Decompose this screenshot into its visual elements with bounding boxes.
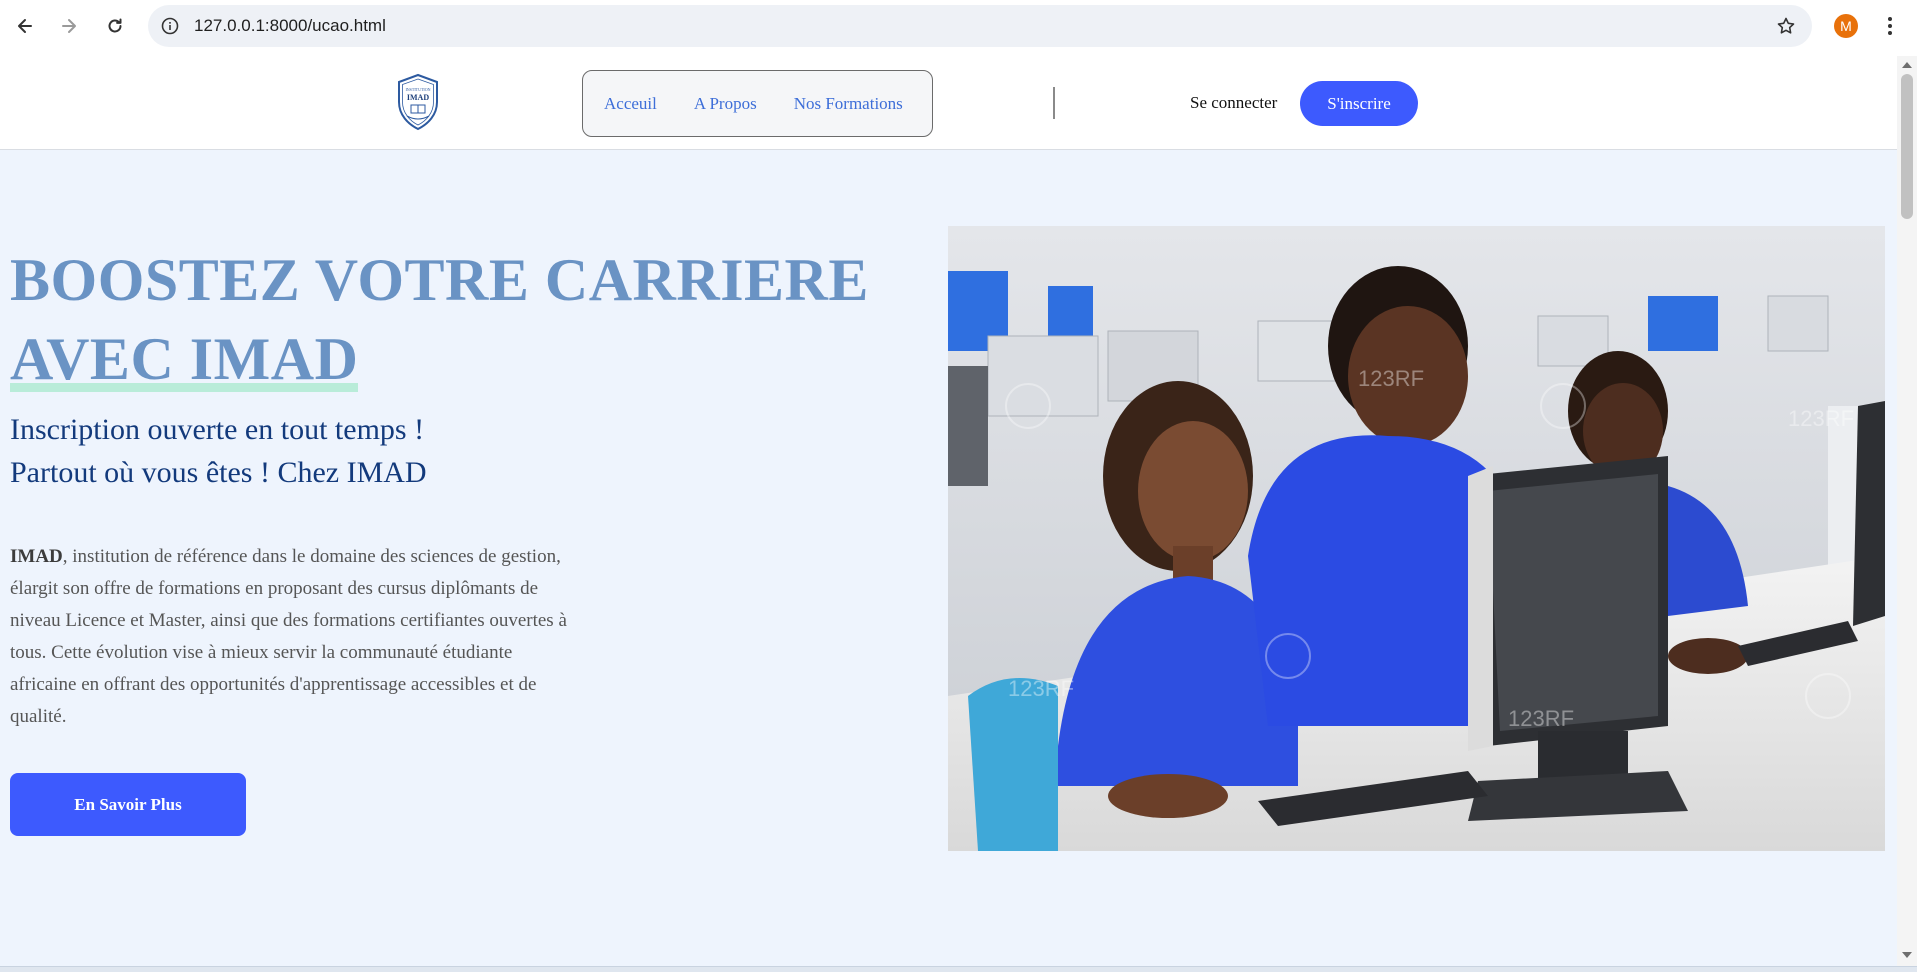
nav-link-a-propos[interactable]: A Propos xyxy=(694,94,757,114)
hero-title-line1: BOOSTEZ VOTRE CARRIERE xyxy=(10,247,869,313)
arrow-right-icon xyxy=(62,19,76,33)
bookmark-star-icon[interactable] xyxy=(1774,14,1798,38)
scroll-down-arrow-icon[interactable] xyxy=(1902,952,1912,958)
window-bottom-edge xyxy=(0,966,1917,972)
url-text[interactable]: 127.0.0.1:8000/ucao.html xyxy=(194,16,386,36)
address-bar[interactable]: 127.0.0.1:8000/ucao.html xyxy=(148,5,1812,47)
arrow-left-icon xyxy=(18,19,32,33)
hero-subtitle: Inscription ouverte en tout temps ! Part… xyxy=(10,408,427,494)
svg-text:123RF: 123RF xyxy=(1358,366,1424,391)
svg-text:123RF: 123RF xyxy=(1008,676,1074,701)
signup-button[interactable]: S'inscrire xyxy=(1300,81,1418,126)
svg-text:123RF: 123RF xyxy=(1508,706,1574,731)
hero-description-text: , institution de référence dans le domai… xyxy=(10,546,567,727)
site-header: INSTITUTION IMAD Acceuil A Propos Nos Fo… xyxy=(0,56,1897,150)
back-button[interactable] xyxy=(9,10,41,42)
profile-avatar[interactable]: M xyxy=(1834,14,1858,38)
reload-button[interactable] xyxy=(99,10,131,42)
nav-divider xyxy=(1053,87,1055,119)
forward-button[interactable] xyxy=(53,10,85,42)
page-scrollbar[interactable] xyxy=(1897,56,1917,966)
scroll-up-arrow-icon[interactable] xyxy=(1902,62,1912,68)
svg-text:IMAD: IMAD xyxy=(407,93,429,102)
nav-link-acceuil[interactable]: Acceuil xyxy=(604,94,657,114)
hero-title: BOOSTEZ VOTRE CARRIERE AVEC IMAD xyxy=(10,241,890,399)
page-viewport: INSTITUTION IMAD Acceuil A Propos Nos Fo… xyxy=(0,56,1897,966)
hero-subtitle-line1: Inscription ouverte en tout temps ! xyxy=(10,413,425,446)
browser-toolbar: 127.0.0.1:8000/ucao.html M xyxy=(0,0,1917,56)
hero-description-brand: IMAD xyxy=(10,546,63,567)
imad-logo[interactable]: INSTITUTION IMAD xyxy=(394,72,442,132)
login-link[interactable]: Se connecter xyxy=(1190,93,1277,113)
nav-link-nos-formations[interactable]: Nos Formations xyxy=(794,94,903,114)
hero-subtitle-line2: Partout où vous êtes ! Chez IMAD xyxy=(10,456,427,489)
main-nav: Acceuil A Propos Nos Formations xyxy=(582,70,933,137)
scrollbar-thumb[interactable] xyxy=(1901,74,1913,219)
hero-photo-students-computers: 123RF 123RF 123RF 123RF xyxy=(948,226,1885,851)
reload-icon xyxy=(108,18,122,33)
site-info-icon[interactable] xyxy=(158,14,182,38)
svg-text:123RF: 123RF xyxy=(1788,406,1854,431)
hero-title-line2: AVEC IMAD xyxy=(10,326,359,392)
hero-description: IMAD, institution de référence dans le d… xyxy=(10,541,575,733)
svg-text:INSTITUTION: INSTITUTION xyxy=(405,87,430,92)
learn-more-button[interactable]: En Savoir Plus xyxy=(10,773,246,836)
browser-menu-icon[interactable] xyxy=(1876,12,1904,40)
